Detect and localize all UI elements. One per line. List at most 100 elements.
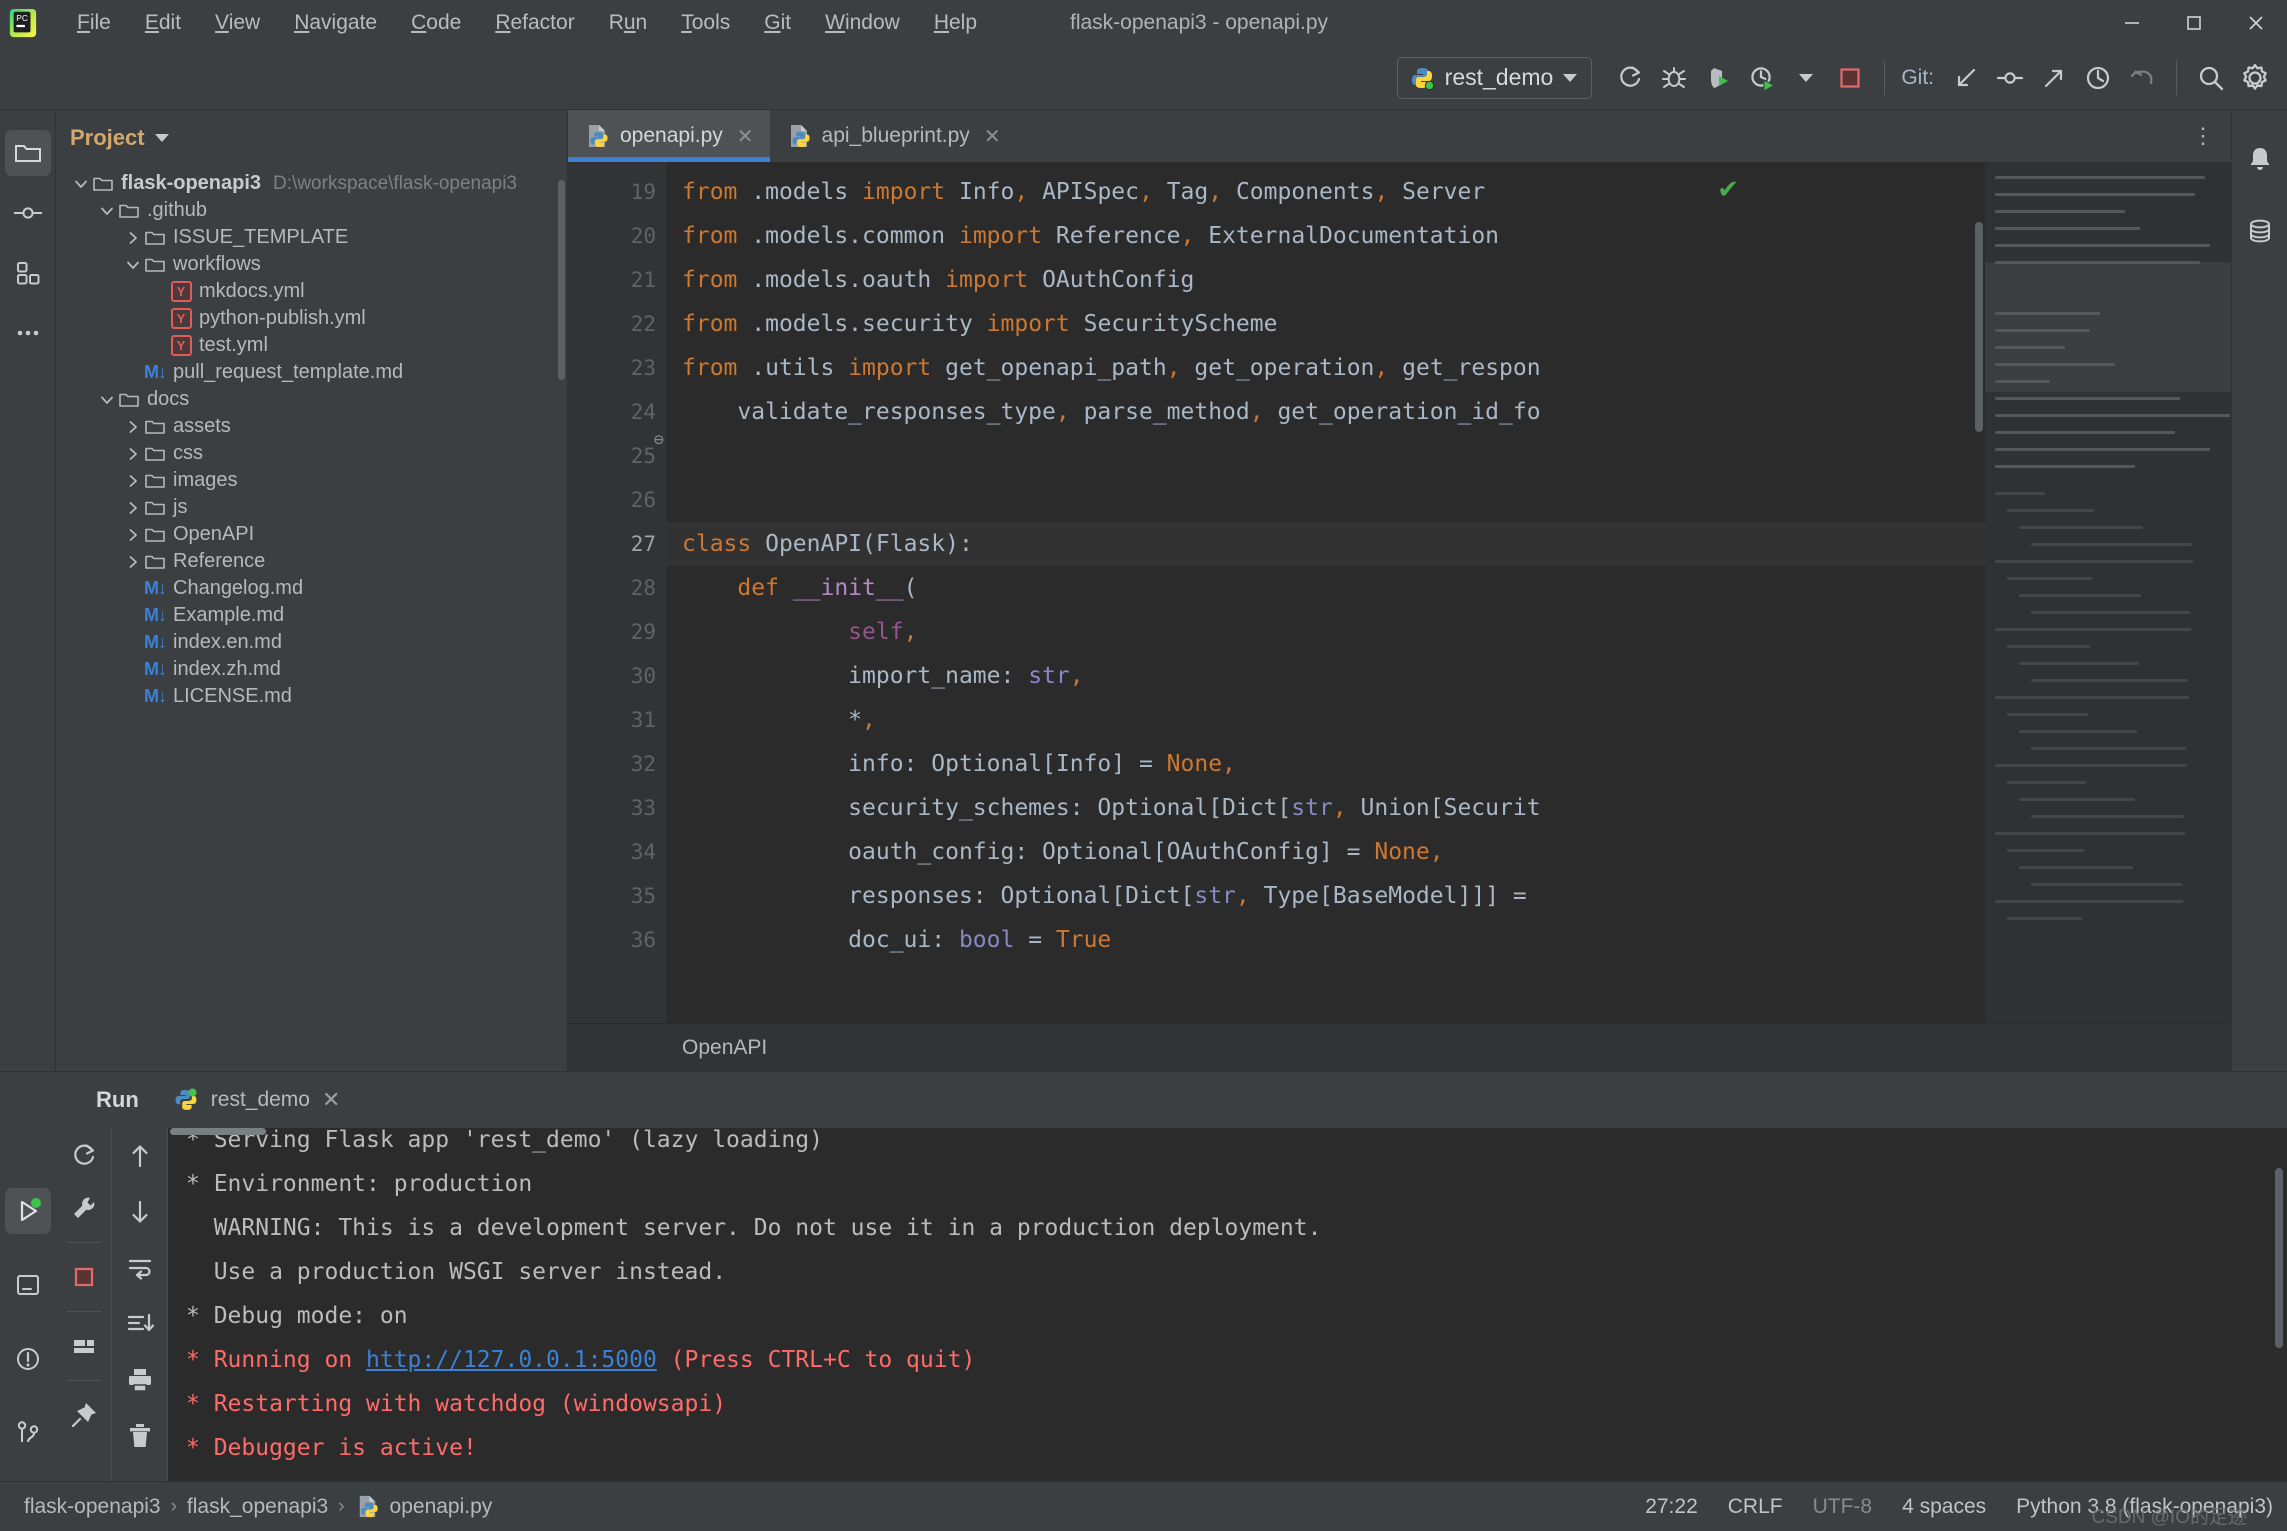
scroll-to-end-button[interactable] — [118, 1302, 162, 1346]
menu-view[interactable]: View — [198, 6, 277, 40]
tree-item[interactable]: M↓ index.en.md — [56, 629, 567, 656]
close-button[interactable] — [2225, 0, 2287, 46]
chevron-right-icon[interactable] — [122, 524, 144, 546]
line-separator[interactable]: CRLF — [1728, 1495, 1783, 1519]
tab-api-blueprint-py[interactable]: api_blueprint.py ✕ — [770, 110, 1017, 162]
chevron-down-icon[interactable] — [122, 254, 144, 276]
close-icon[interactable]: ✕ — [737, 124, 754, 149]
chevron-right-icon[interactable] — [122, 497, 144, 519]
maximize-button[interactable] — [2163, 0, 2225, 46]
console-horizontal-scrollbar[interactable] — [170, 1128, 266, 1135]
tree-item[interactable]: docs — [56, 386, 567, 413]
git-push-button[interactable] — [2032, 56, 2076, 100]
sidebar-item-problems[interactable] — [5, 1336, 51, 1382]
line-number[interactable]: 29 — [631, 610, 666, 654]
git-commit-button[interactable] — [1988, 56, 2032, 100]
profile-dropdown-button[interactable] — [1784, 56, 1828, 100]
history-button[interactable] — [2076, 56, 2120, 100]
settings-button[interactable] — [2233, 56, 2277, 100]
run-with-coverage-button[interactable] — [1696, 56, 1740, 100]
debug-button[interactable] — [1652, 56, 1696, 100]
pin-tab-button[interactable] — [62, 1393, 106, 1437]
rerun-button[interactable] — [1608, 56, 1652, 100]
run-tab-rest-demo[interactable]: rest_demo ✕ — [165, 1083, 349, 1117]
sidebar-item-more[interactable] — [5, 310, 51, 356]
code-line[interactable]: from .models import Info, APISpec, Tag, … — [666, 170, 1985, 214]
tree-item[interactable]: Ytest.yml — [56, 332, 567, 359]
line-number[interactable]: 19 — [631, 170, 666, 214]
chevron-right-icon[interactable] — [122, 470, 144, 492]
chevron-down-icon[interactable] — [70, 173, 92, 195]
menu-refactor[interactable]: Refactor — [478, 6, 591, 40]
code-line[interactable]: from .models.common import Reference, Ex… — [666, 214, 1985, 258]
tree-item[interactable]: css — [56, 440, 567, 467]
tree-item[interactable]: images — [56, 467, 567, 494]
code-line[interactable]: from .models.security import SecuritySch… — [666, 302, 1985, 346]
run-console-output[interactable]: * Serving Flask app 'rest_demo' (lazy lo… — [168, 1128, 2287, 1481]
chevron-down-icon[interactable] — [96, 389, 118, 411]
code-line[interactable]: import_name: str, — [666, 654, 1985, 698]
stop-button[interactable] — [1828, 56, 1872, 100]
editor-minimap[interactable] — [1985, 162, 2231, 1023]
code-line[interactable] — [666, 434, 1985, 478]
line-number[interactable]: 31 — [631, 698, 666, 742]
clear-all-button[interactable] — [118, 1414, 162, 1458]
line-number[interactable]: 22 — [631, 302, 666, 346]
tree-item[interactable]: M↓ LICENSE.md — [56, 683, 567, 710]
sidebar-item-version-control[interactable] — [5, 1410, 51, 1456]
soft-wrap-button[interactable] — [118, 1246, 162, 1290]
console-rerun-button[interactable] — [62, 1134, 106, 1178]
code-line[interactable]: validate_responses_type, parse_method, g… — [666, 390, 1985, 434]
caret-position[interactable]: 27:22 — [1645, 1495, 1698, 1519]
layout-settings-button[interactable] — [62, 1324, 106, 1368]
file-encoding[interactable]: UTF-8 — [1813, 1495, 1873, 1519]
search-everywhere-button[interactable] — [2189, 56, 2233, 100]
tree-item[interactable]: M↓ pull_request_template.md — [56, 359, 567, 386]
console-stop-button[interactable] — [62, 1255, 106, 1299]
scroll-up-button[interactable] — [118, 1134, 162, 1178]
tree-item[interactable]: workflows — [56, 251, 567, 278]
line-number[interactable]: 34 — [631, 830, 666, 874]
sidebar-item-structure[interactable] — [5, 250, 51, 296]
git-update-button[interactable] — [1944, 56, 1988, 100]
menu-edit[interactable]: Edit — [128, 6, 198, 40]
close-icon[interactable]: ✕ — [984, 124, 1001, 149]
close-icon[interactable]: ✕ — [322, 1087, 340, 1113]
line-number[interactable]: 20 — [631, 214, 666, 258]
modify-run-configuration-button[interactable] — [62, 1186, 106, 1230]
line-number[interactable]: 24 — [631, 390, 666, 434]
menu-navigate[interactable]: Navigate — [277, 6, 394, 40]
line-number-gutter[interactable]: 19 20 21 22 23 24 25 26 27 28 29 30 31 32 33 34 35 36 ⊖ — [568, 162, 666, 1023]
project-panel-header[interactable]: Project — [56, 110, 567, 166]
code-line[interactable]: responses: Optional[Dict[str, Type[BaseM… — [666, 874, 1985, 918]
code-line[interactable]: security_schemes: Optional[Dict[str, Uni… — [666, 786, 1985, 830]
status-breadcrumb[interactable]: flask-openapi3 › flask_openapi3 › openap… — [0, 1494, 492, 1519]
line-number[interactable]: 33 — [631, 786, 666, 830]
inspection-ok-icon[interactable]: ✔ — [1717, 174, 1739, 205]
run-configuration-selector[interactable]: rest_demo — [1396, 56, 1593, 99]
tree-item[interactable]: M↓ Example.md — [56, 602, 567, 629]
tree-item[interactable]: js — [56, 494, 567, 521]
menu-file[interactable]: FFileile — [60, 6, 128, 40]
line-number[interactable]: 35 — [631, 874, 666, 918]
chevron-right-icon[interactable] — [122, 416, 144, 438]
project-tree[interactable]: flask-openapi3 D:\workspace\flask-openapi… — [56, 166, 567, 1071]
code-line[interactable]: oauth_config: Optional[OAuthConfig] = No… — [666, 830, 1985, 874]
tree-item[interactable]: M↓ index.zh.md — [56, 656, 567, 683]
indent-setting[interactable]: 4 spaces — [1902, 1495, 1986, 1519]
line-number[interactable]: 23 — [631, 346, 666, 390]
chevron-right-icon[interactable] — [122, 551, 144, 573]
tree-item[interactable]: Ypython-publish.yml — [56, 305, 567, 332]
code-line[interactable]: def __init__( — [666, 566, 1985, 610]
minimap-viewport[interactable] — [1985, 262, 2231, 392]
project-tree-scrollbar[interactable] — [558, 180, 565, 380]
sidebar-item-notifications[interactable] — [2237, 136, 2283, 182]
menu-bar[interactable]: FFileile Edit View Navigate Code Refacto… — [60, 6, 994, 40]
sidebar-item-database[interactable] — [2237, 208, 2283, 254]
menu-help[interactable]: Help — [917, 6, 994, 40]
menu-run[interactable]: Run — [592, 6, 665, 40]
scroll-down-button[interactable] — [118, 1190, 162, 1234]
code-line[interactable]: info: Optional[Info] = None, — [666, 742, 1985, 786]
code-line[interactable]: doc_ui: bool = True — [666, 918, 1985, 962]
line-number[interactable]: 26 — [631, 478, 666, 522]
